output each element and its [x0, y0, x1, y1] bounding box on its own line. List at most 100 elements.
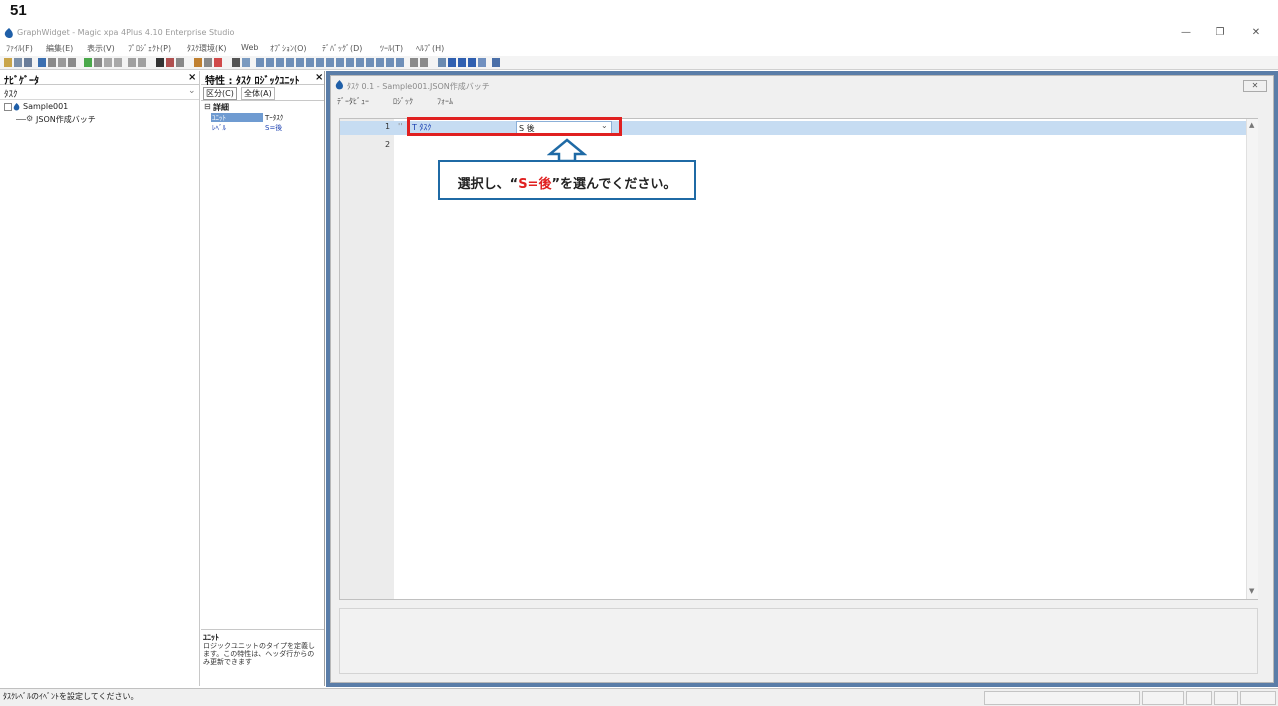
window-icon[interactable] [242, 58, 250, 67]
delete-line-icon[interactable] [94, 58, 102, 67]
navigator-dropdown[interactable]: ﾀｽｸ ⌄ [0, 85, 199, 100]
editor-close-button[interactable]: ✕ [1243, 80, 1267, 92]
menu-view[interactable]: 表示(V) [87, 43, 115, 54]
save-icon[interactable] [24, 58, 32, 67]
tab-category[interactable]: 区分(C) [203, 87, 237, 100]
printers-icon[interactable] [396, 58, 404, 67]
grid-icon[interactable] [128, 58, 136, 67]
form-icon[interactable] [266, 58, 274, 67]
line-number-gutter [340, 119, 394, 599]
navigator-close-button[interactable]: × [188, 72, 196, 83]
section-collapse-icon[interactable]: ⊟ [204, 102, 211, 111]
paste-icon[interactable] [68, 58, 76, 67]
menu-file[interactable]: ﾌｧｲﾙ(F) [6, 43, 33, 54]
menus-icon[interactable] [316, 58, 324, 67]
status-cell-3 [1186, 691, 1212, 705]
check-icon[interactable] [176, 58, 184, 67]
wrench-icon[interactable] [458, 58, 466, 67]
minimize-button[interactable]: — [1175, 26, 1197, 40]
debug-icon[interactable] [410, 58, 418, 67]
editor-title: ﾀｽｸ 0.1 - Sample001.JSON作成バッチ [347, 82, 490, 91]
model-icon[interactable] [276, 58, 284, 67]
tab-form[interactable]: ﾌｫｰﾑ [437, 96, 453, 107]
menu-help[interactable]: ﾍﾙﾌﾟ(H) [416, 43, 444, 54]
breakpoint-marker-icon: '' [398, 122, 403, 131]
menu-option[interactable]: ｵﾌﾟｼｮﾝ(O) [270, 43, 307, 54]
add-line-icon[interactable] [84, 58, 92, 67]
events-icon[interactable] [326, 58, 334, 67]
expression-panel [339, 608, 1258, 674]
helps-icon[interactable] [296, 58, 304, 67]
search-icon[interactable] [232, 58, 240, 67]
menu-edit[interactable]: 編集(E) [46, 43, 73, 54]
step-icon[interactable] [420, 58, 428, 67]
tab-logic[interactable]: ﾛｼﾞｯｸ [393, 96, 413, 107]
find-icon[interactable] [194, 58, 202, 67]
vertical-scrollbar[interactable]: ▲ ▼ [1246, 119, 1258, 599]
tree-root-sample001[interactable]: Sample001 [23, 102, 68, 111]
property-level-label[interactable]: ﾚﾍﾞﾙ [212, 123, 226, 133]
zoom-icon[interactable] [166, 58, 174, 67]
property-unit-label[interactable]: ﾕﾆｯﾄ [212, 113, 226, 123]
line-number: 1 [385, 122, 391, 131]
extra-icon[interactable] [478, 58, 486, 67]
breakpoint-icon[interactable] [214, 58, 222, 67]
rights-icon[interactable] [306, 58, 314, 67]
hammer-icon[interactable] [468, 58, 476, 67]
collapse-toggle-icon[interactable] [4, 103, 12, 111]
keyboard-icon[interactable] [366, 58, 374, 67]
callout-text-after: ”を選んでください。 [551, 177, 677, 192]
components-icon[interactable] [346, 58, 354, 67]
copy-icon[interactable] [58, 58, 66, 67]
program-icon[interactable] [286, 58, 294, 67]
scroll-up-icon[interactable]: ▲ [1249, 121, 1254, 129]
scroll-down-icon[interactable]: ▼ [1249, 587, 1254, 595]
line-number: 2 [385, 140, 391, 149]
close-button[interactable]: ✕ [1245, 26, 1267, 40]
section-detail-label: 詳細 [213, 103, 229, 112]
list-icon[interactable] [138, 58, 146, 67]
magic-logo-icon [4, 28, 13, 38]
chevron-down-icon[interactable]: ⌄ [188, 86, 196, 96]
status-cell-4 [1214, 691, 1238, 705]
status-bar: ﾀｽｸﾚﾍﾞﾙのｲﾍﾞﾝﾄを設定してください。 [0, 688, 1278, 706]
run-icon[interactable] [38, 58, 46, 67]
eye-icon[interactable] [438, 58, 446, 67]
replace-icon[interactable] [204, 58, 212, 67]
menu-project[interactable]: ﾌﾟﾛｼﾞｪｸﾄ(P) [128, 43, 171, 54]
tree-item-json-batch[interactable]: JSON作成バッチ [36, 114, 96, 125]
colors-icon[interactable] [376, 58, 384, 67]
highlight-box [407, 117, 622, 136]
tab-dataview[interactable]: ﾃﾞｰﾀﾋﾞｭｰ [337, 96, 369, 107]
status-cell-2 [1142, 691, 1184, 705]
properties-icon[interactable] [156, 58, 164, 67]
menu-debug[interactable]: ﾃﾞﾊﾞｯｸﾞ(D) [322, 43, 362, 54]
tab-all[interactable]: 全体(A) [241, 87, 275, 100]
move-down-icon[interactable] [114, 58, 122, 67]
settings-icon[interactable] [356, 58, 364, 67]
menu-task[interactable]: ﾀｽｸ環境(K) [187, 43, 227, 54]
menu-tool[interactable]: ﾂｰﾙ(T) [380, 43, 403, 54]
property-unit-value[interactable]: Tｰﾀｽｸ [265, 113, 283, 123]
table-icon[interactable] [256, 58, 264, 67]
callout-highlight: S=後 [518, 177, 552, 192]
help-icon[interactable] [492, 58, 500, 67]
properties-close-button[interactable]: × [315, 72, 323, 83]
fonts-icon[interactable] [386, 58, 394, 67]
tools-icon[interactable] [448, 58, 456, 67]
toolbar [0, 56, 1278, 70]
restore-button[interactable]: ❐ [1209, 26, 1231, 40]
cut-icon[interactable] [48, 58, 56, 67]
properties-tabs: 区分(C) 全体(A) [201, 85, 324, 100]
move-up-icon[interactable] [104, 58, 112, 67]
menu-web[interactable]: Web [241, 43, 258, 52]
navigator-dropdown-value: ﾀｽｸ [4, 90, 18, 100]
status-cell-5 [1240, 691, 1276, 705]
new-icon[interactable] [4, 58, 12, 67]
functions-icon[interactable] [336, 58, 344, 67]
callout-text: 選択し、“S=後”を選んでください。 [440, 173, 694, 192]
navigator-panel: ﾅﾋﾞｹﾞｰﾀ × ﾀｽｸ ⌄ Sample001 ⚙ JSON作成バッチ [0, 71, 200, 686]
property-level-value[interactable]: S=後 [265, 123, 282, 133]
open-icon[interactable] [14, 58, 22, 67]
callout-text-before: 選択し、“ [457, 177, 519, 192]
